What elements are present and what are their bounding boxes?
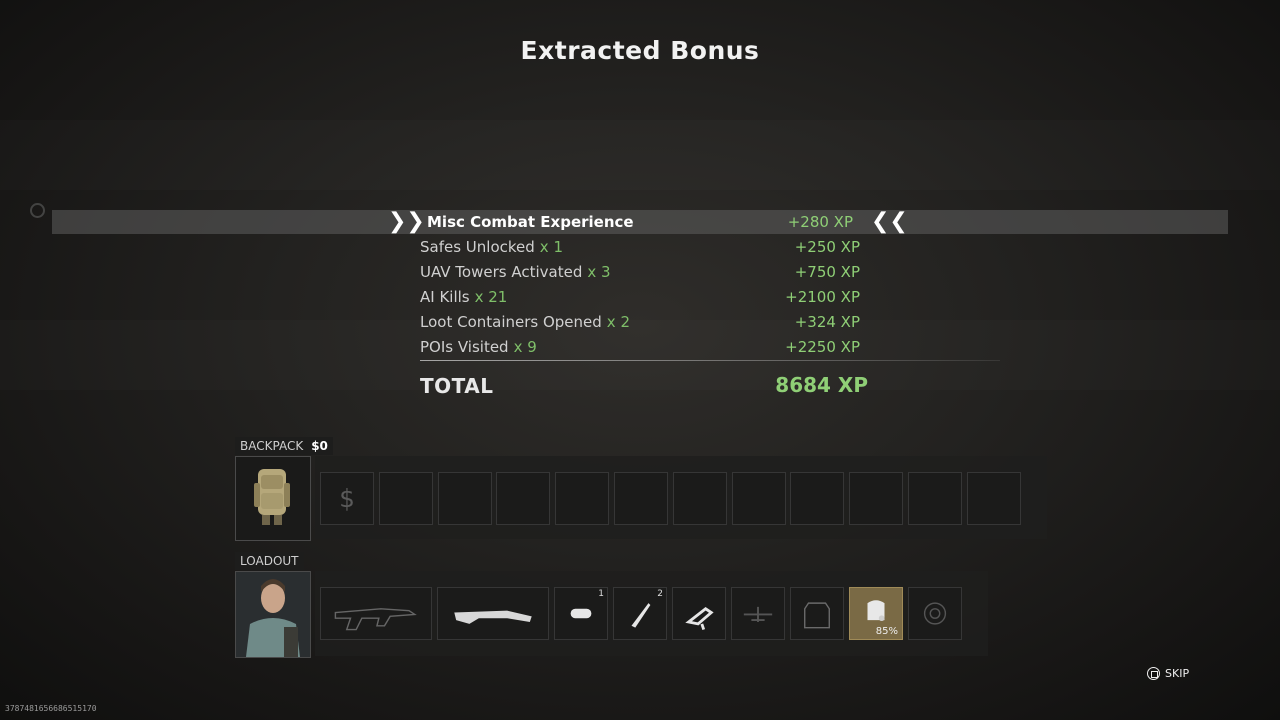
backpack-portrait — [235, 456, 311, 541]
total-label: TOTAL — [420, 374, 494, 398]
bonus-xp: +750 XP — [794, 263, 860, 281]
session-id: 3787481656686515170 — [5, 704, 97, 713]
bonus-row: UAV Towers Activated x 3 +750 XP — [0, 260, 1280, 284]
loadout-label: LOADOUT — [240, 554, 299, 568]
backpack-slot[interactable] — [790, 472, 845, 525]
operator-avatar — [236, 572, 310, 657]
bonus-label: Safes Unlocked — [420, 238, 535, 256]
bonus-label: Loot Containers Opened — [420, 313, 602, 331]
bonus-label: Misc Combat Experience — [427, 213, 634, 231]
bonus-multiplier: x 21 — [474, 288, 508, 306]
bonus-row: Loot Containers Opened x 2 +324 XP — [0, 310, 1280, 334]
loadout-slot[interactable]: 2 — [613, 587, 667, 640]
loadout-slot[interactable]: 1 — [554, 587, 608, 640]
loadout-slot[interactable] — [790, 587, 844, 640]
bonus-multiplier: x 9 — [513, 338, 537, 356]
svg-text:$: $ — [339, 484, 355, 513]
bonus-xp: +250 XP — [794, 238, 860, 256]
backpack-slot[interactable] — [849, 472, 904, 525]
bonus-row: POIs Visited x 9 +2250 XP — [0, 335, 1280, 359]
backpack-slot[interactable] — [496, 472, 551, 525]
operator-portrait — [235, 571, 311, 658]
bonus-row: Safes Unlocked x 1 +250 XP — [0, 235, 1280, 259]
armor-percent: 85% — [875, 626, 898, 637]
loadout-header: LOADOUT — [235, 552, 304, 570]
backpack-icon — [254, 469, 290, 525]
killstreak-icon — [743, 606, 773, 622]
slot-count: 1 — [598, 589, 604, 599]
backpack-slot[interactable] — [555, 472, 610, 525]
backpack-header: BACKPACK $0 — [235, 437, 333, 455]
bonus-xp: +324 XP — [794, 313, 860, 331]
bonus-xp: +2100 XP — [785, 288, 860, 306]
loadout-slot[interactable] — [437, 587, 549, 640]
bonus-label: AI Kills — [420, 288, 470, 306]
clock-icon — [30, 203, 45, 218]
loadout-slot[interactable] — [320, 587, 432, 640]
square-button-icon — [1147, 667, 1160, 680]
backpack-slot[interactable] — [378, 472, 433, 525]
bonus-multiplier: x 2 — [606, 313, 630, 331]
loadout-slot[interactable]: 85% — [849, 587, 903, 640]
backpack-slot[interactable] — [672, 472, 727, 525]
loadout-slot[interactable] — [731, 587, 785, 640]
shotgun-icon — [454, 610, 532, 624]
gas-mask-icon — [923, 602, 947, 625]
slot-count: 2 — [657, 589, 663, 599]
skip-button[interactable]: SKIP — [1147, 667, 1189, 680]
cash-icon: $ — [339, 484, 355, 513]
loadout-slot[interactable] — [672, 587, 726, 640]
chevron-right-icon: ❯❯ — [388, 209, 425, 234]
chevron-left-icon: ❮❮ — [871, 209, 908, 234]
mission-timer — [30, 203, 53, 218]
page-title: Extracted Bonus — [520, 36, 760, 65]
bonus-multiplier: x 3 — [587, 263, 611, 281]
backpack-cash: $0 — [311, 439, 328, 453]
total-divider — [420, 360, 1000, 361]
backpack-slot[interactable] — [731, 472, 786, 525]
bonus-xp: +280 XP — [787, 213, 853, 231]
bonus-label: POIs Visited — [420, 338, 509, 356]
backpack-slot[interactable] — [614, 472, 668, 525]
total-value: 8684 XP — [775, 373, 868, 397]
loadout-slot[interactable] — [908, 587, 962, 640]
backpack-slot[interactable] — [908, 472, 962, 525]
backpack-label: BACKPACK — [240, 439, 304, 453]
bonus-row: AI Kills x 21 +2100 XP — [0, 285, 1280, 309]
bonus-xp: +2250 XP — [785, 338, 860, 356]
bonus-row: ❯❯ Misc Combat Experience +280 XP ❮❮ — [52, 210, 1228, 234]
skip-label: SKIP — [1165, 667, 1190, 680]
field-upgrade-icon — [685, 607, 714, 631]
backpack-slot[interactable] — [966, 472, 1021, 525]
bonus-multiplier: x 1 — [539, 238, 563, 256]
assault-rifle-icon — [334, 608, 417, 631]
backpack-slot[interactable] — [437, 472, 492, 525]
bonus-label: UAV Towers Activated — [420, 263, 583, 281]
armor-plate-icon — [804, 602, 830, 629]
backpack-slot[interactable]: $ — [320, 472, 374, 525]
